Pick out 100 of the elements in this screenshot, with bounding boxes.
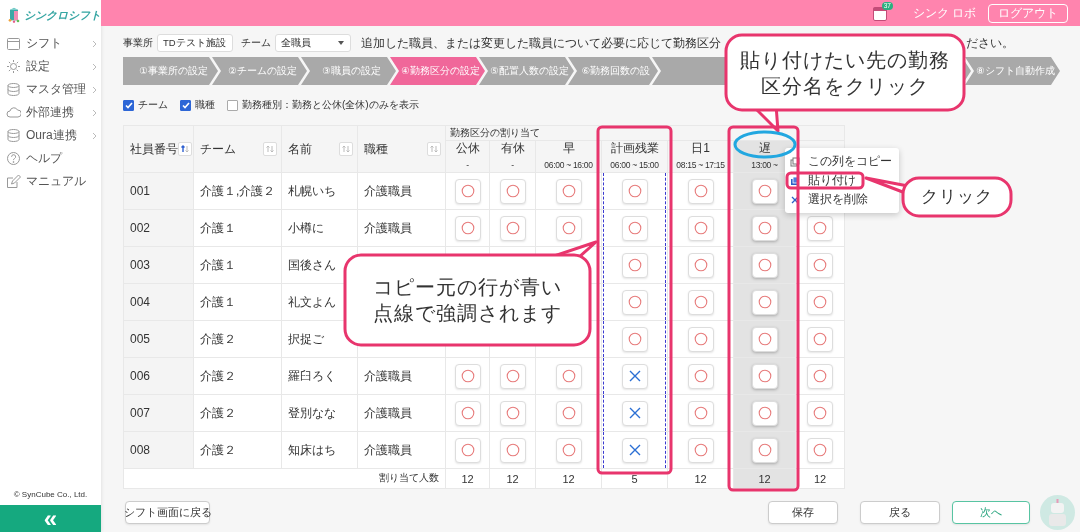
assign-toggle[interactable] xyxy=(807,215,834,241)
circle-icon xyxy=(693,258,708,272)
table-cell: 介護１,介護２ xyxy=(200,183,276,198)
circle-icon xyxy=(561,184,576,198)
circle-icon xyxy=(757,258,772,272)
sort-icon[interactable] xyxy=(427,142,441,156)
assign-toggle[interactable] xyxy=(555,437,582,463)
assign-toggle[interactable] xyxy=(499,215,526,241)
assign-toggle[interactable] xyxy=(751,289,778,315)
assign-toggle[interactable] xyxy=(621,289,648,315)
select-field[interactable]: TDテスト施設 xyxy=(157,34,233,52)
assign-toggle[interactable] xyxy=(807,400,834,426)
checkbox[interactable] xyxy=(227,99,238,111)
assign-toggle[interactable] xyxy=(454,400,481,426)
assign-toggle[interactable] xyxy=(687,178,714,204)
back-button[interactable]: 戻る xyxy=(860,501,940,524)
sort-icon[interactable] xyxy=(339,142,353,156)
assign-toggle[interactable] xyxy=(621,178,648,204)
column-header[interactable]: 公休 xyxy=(446,142,489,155)
assign-toggle[interactable] xyxy=(555,215,582,241)
assign-toggle[interactable] xyxy=(454,215,481,241)
total-value: 12 xyxy=(506,472,519,485)
assign-toggle[interactable] xyxy=(751,437,778,463)
save-button[interactable]: 保存 xyxy=(768,501,838,524)
assign-toggle[interactable] xyxy=(454,437,481,463)
column-header[interactable]: 計画残業 xyxy=(602,142,667,155)
assign-toggle[interactable] xyxy=(751,252,778,278)
sort-icon[interactable] xyxy=(178,142,192,156)
table-cell: 006 xyxy=(130,369,151,383)
menu-item[interactable]: 選択を削除 xyxy=(785,190,899,209)
menu-item[interactable]: 貼り付け xyxy=(785,171,899,190)
column-header[interactable]: 有休 xyxy=(490,142,535,155)
column-header[interactable]: 日1 xyxy=(668,142,733,155)
assign-toggle[interactable] xyxy=(687,326,714,352)
sidebar-item[interactable]: 設定 xyxy=(0,55,101,78)
table-cell: 008 xyxy=(130,443,151,457)
circle-icon xyxy=(627,258,642,272)
highlight-ellipse xyxy=(733,130,797,159)
column-header[interactable]: 早 xyxy=(536,142,601,155)
assign-toggle[interactable] xyxy=(687,400,714,426)
back-to-shift-button[interactable]: シフト画面に戻る xyxy=(125,501,210,524)
assign-toggle[interactable] xyxy=(499,437,526,463)
circle-icon xyxy=(693,295,708,309)
circle-icon xyxy=(627,184,642,198)
cloud-icon xyxy=(6,105,21,120)
circle-icon xyxy=(460,221,475,235)
sidebar-item[interactable]: マスタ管理 xyxy=(0,78,101,101)
assign-toggle[interactable] xyxy=(621,400,648,426)
assign-toggle[interactable] xyxy=(687,289,714,315)
assign-toggle[interactable] xyxy=(454,178,481,204)
sidebar-item[interactable]: Oura連携 xyxy=(0,124,101,147)
assign-toggle[interactable] xyxy=(751,400,778,426)
column-header: 職種 xyxy=(364,140,388,158)
cross-icon xyxy=(627,369,642,383)
table-cell: 国後さん xyxy=(288,257,336,272)
checkbox[interactable] xyxy=(180,99,191,111)
assign-toggle[interactable] xyxy=(555,400,582,426)
sidebar-item[interactable]: ヘルプ xyxy=(0,147,101,170)
table-cell: 介護１ xyxy=(200,257,236,272)
gear-icon xyxy=(6,59,21,74)
chevron-right-icon xyxy=(92,62,97,71)
assign-toggle[interactable] xyxy=(807,363,834,389)
calendar-icon xyxy=(6,36,21,51)
assign-toggle[interactable] xyxy=(621,363,648,389)
assign-toggle[interactable] xyxy=(751,326,778,352)
total-value: 12 xyxy=(813,472,827,485)
sidebar-item[interactable]: シフト xyxy=(0,32,101,55)
assign-toggle[interactable] xyxy=(555,178,582,204)
assign-toggle[interactable] xyxy=(751,363,778,389)
assign-toggle[interactable] xyxy=(621,326,648,352)
chevron-right-icon xyxy=(92,131,97,140)
assign-toggle[interactable] xyxy=(687,215,714,241)
assign-toggle[interactable] xyxy=(807,326,834,352)
assign-toggle[interactable] xyxy=(807,437,834,463)
assign-toggle[interactable] xyxy=(555,363,582,389)
assign-toggle[interactable] xyxy=(454,363,481,389)
assign-toggle[interactable] xyxy=(621,252,648,278)
assign-toggle[interactable] xyxy=(687,437,714,463)
assign-toggle[interactable] xyxy=(751,178,778,204)
checkbox[interactable] xyxy=(123,99,134,111)
paste-icon xyxy=(790,175,800,186)
assign-toggle[interactable] xyxy=(687,252,714,278)
assign-toggle[interactable] xyxy=(807,289,834,315)
sidebar-item[interactable]: マニュアル xyxy=(0,170,101,193)
menu-item[interactable]: この列をコピー xyxy=(785,152,899,171)
table-cell: 介護職員 xyxy=(364,183,412,198)
assign-toggle[interactable] xyxy=(751,215,778,241)
assign-toggle[interactable] xyxy=(621,437,648,463)
sidebar-item[interactable]: 外部連携 xyxy=(0,101,101,124)
column-time: 13:00 ~ xyxy=(750,160,779,171)
assign-toggle[interactable] xyxy=(687,363,714,389)
circle-icon xyxy=(757,369,772,383)
assign-toggle[interactable] xyxy=(499,178,526,204)
select-field[interactable]: 全職員 xyxy=(275,34,351,52)
assign-toggle[interactable] xyxy=(499,363,526,389)
assign-toggle[interactable] xyxy=(807,252,834,278)
assign-toggle[interactable] xyxy=(499,400,526,426)
sort-icon[interactable] xyxy=(263,142,277,156)
assign-toggle[interactable] xyxy=(621,215,648,241)
logo-text: シンクロシフト xyxy=(24,7,101,23)
